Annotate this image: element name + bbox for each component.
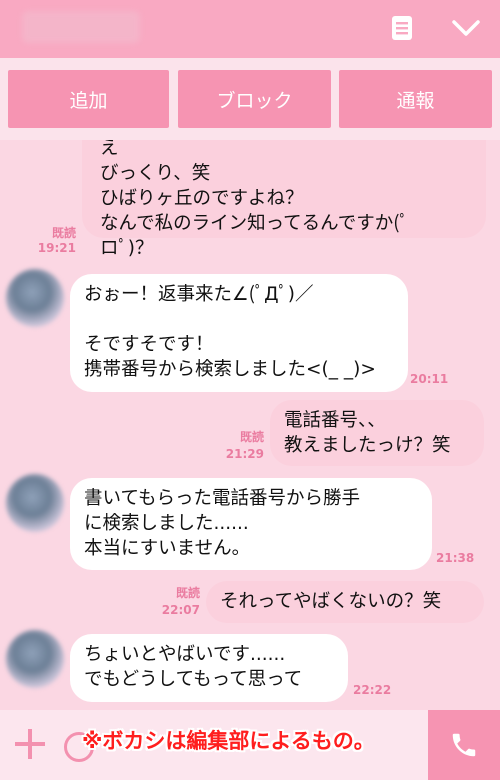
editorial-note: ※ボカシは編集部によるもの。	[82, 729, 375, 753]
call-button[interactable]	[428, 710, 500, 780]
phone-icon	[452, 733, 476, 757]
message-time: 21:38	[436, 551, 475, 565]
block-button[interactable]: ブロック	[178, 70, 331, 128]
input-bar: ※ボカシは編集部によるもの。	[0, 710, 500, 780]
message-time: 22:22	[353, 683, 392, 697]
contact-action-bar: 追加 ブロック 通報	[0, 58, 500, 140]
message-bubble-sent[interactable]: それってやばくないの？笑	[206, 581, 484, 623]
avatar[interactable]	[6, 630, 64, 688]
chat-header	[0, 0, 500, 58]
add-friend-button[interactable]: 追加	[8, 70, 169, 128]
message-bubble-received[interactable]: おぉー！返事来た∠(ﾟДﾟ)／ そですそです！ 携帯番号から検索しました<(_ …	[70, 274, 408, 392]
message-time: 21:29	[225, 447, 264, 461]
message-bubble-sent[interactable]: え びっくり、笑 ひばりヶ丘のですよね？ なんで私のライン知ってるんですか(ﾟ …	[82, 140, 486, 259]
message-time: 22:07	[161, 603, 200, 617]
read-receipt: 既読	[239, 430, 264, 444]
read-receipt: 既読	[175, 586, 200, 600]
message-time: 19:21	[37, 241, 76, 255]
chat-area[interactable]: え びっくり、笑 ひばりヶ丘のですよね？ なんで私のライン知ってるんですか(ﾟ …	[0, 140, 500, 710]
report-button[interactable]: 通報	[339, 70, 492, 128]
avatar[interactable]	[6, 474, 64, 532]
plus-icon[interactable]	[12, 726, 48, 762]
document-menu-icon[interactable]	[386, 12, 418, 44]
message-time: 20:11	[410, 372, 449, 386]
message-bubble-received[interactable]: ちょいとやばいです...... でもどうしてもって思って	[70, 634, 348, 702]
message-bubble-sent[interactable]: 電話番号、、 教えましたっけ？笑	[270, 400, 484, 466]
read-receipt: 既読	[51, 226, 76, 240]
message-bubble-received[interactable]: 書いてもらった電話番号から勝手 に検索しました...... 本当にすいません。	[70, 478, 432, 570]
chevron-down-icon[interactable]	[450, 12, 482, 44]
contact-name-blurred	[22, 11, 140, 43]
avatar[interactable]	[6, 269, 64, 327]
